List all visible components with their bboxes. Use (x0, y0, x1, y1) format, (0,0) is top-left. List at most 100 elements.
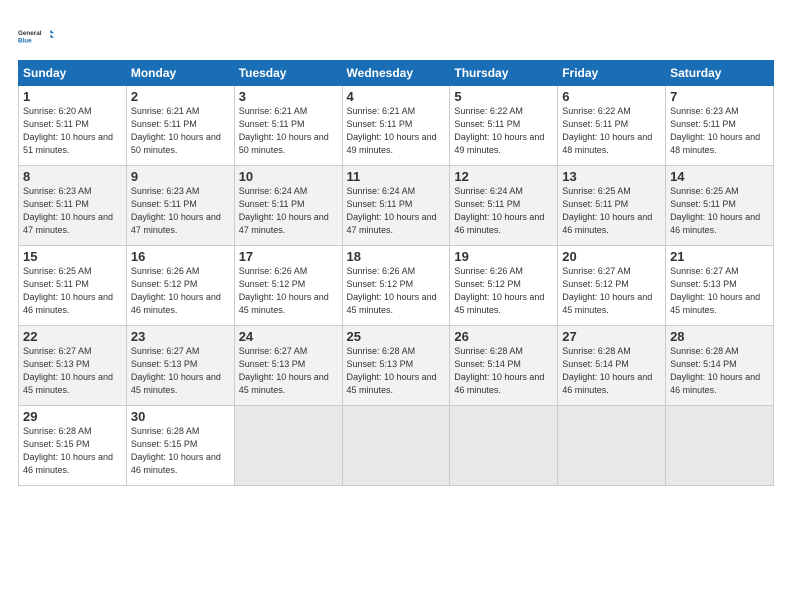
day-number: 9 (131, 169, 230, 184)
col-header-tuesday: Tuesday (234, 61, 342, 86)
day-info: Sunrise: 6:28 AMSunset: 5:14 PMDaylight:… (454, 345, 553, 397)
day-number: 14 (670, 169, 769, 184)
day-number: 26 (454, 329, 553, 344)
day-number: 8 (23, 169, 122, 184)
calendar-page: General Blue SundayMondayTuesdayWednesda… (0, 0, 792, 612)
day-info: Sunrise: 6:28 AMSunset: 5:13 PMDaylight:… (347, 345, 446, 397)
day-info: Sunrise: 6:25 AMSunset: 5:11 PMDaylight:… (562, 185, 661, 237)
day-cell-17: 17Sunrise: 6:26 AMSunset: 5:12 PMDayligh… (234, 246, 342, 326)
day-number: 4 (347, 89, 446, 104)
day-info: Sunrise: 6:23 AMSunset: 5:11 PMDaylight:… (131, 185, 230, 237)
day-cell-27: 27Sunrise: 6:28 AMSunset: 5:14 PMDayligh… (558, 326, 666, 406)
day-cell-1: 1Sunrise: 6:20 AMSunset: 5:11 PMDaylight… (19, 86, 127, 166)
day-info: Sunrise: 6:28 AMSunset: 5:14 PMDaylight:… (670, 345, 769, 397)
day-cell-26: 26Sunrise: 6:28 AMSunset: 5:14 PMDayligh… (450, 326, 558, 406)
day-number: 20 (562, 249, 661, 264)
col-header-friday: Friday (558, 61, 666, 86)
day-cell-29: 29Sunrise: 6:28 AMSunset: 5:15 PMDayligh… (19, 406, 127, 486)
day-cell-10: 10Sunrise: 6:24 AMSunset: 5:11 PMDayligh… (234, 166, 342, 246)
day-info: Sunrise: 6:27 AMSunset: 5:13 PMDaylight:… (23, 345, 122, 397)
day-cell-30: 30Sunrise: 6:28 AMSunset: 5:15 PMDayligh… (126, 406, 234, 486)
day-cell-28: 28Sunrise: 6:28 AMSunset: 5:14 PMDayligh… (666, 326, 774, 406)
day-info: Sunrise: 6:26 AMSunset: 5:12 PMDaylight:… (239, 265, 338, 317)
day-number: 24 (239, 329, 338, 344)
day-info: Sunrise: 6:22 AMSunset: 5:11 PMDaylight:… (454, 105, 553, 157)
day-info: Sunrise: 6:24 AMSunset: 5:11 PMDaylight:… (347, 185, 446, 237)
day-cell-24: 24Sunrise: 6:27 AMSunset: 5:13 PMDayligh… (234, 326, 342, 406)
day-number: 19 (454, 249, 553, 264)
day-info: Sunrise: 6:25 AMSunset: 5:11 PMDaylight:… (670, 185, 769, 237)
day-cell-20: 20Sunrise: 6:27 AMSunset: 5:12 PMDayligh… (558, 246, 666, 326)
empty-cell (558, 406, 666, 486)
day-cell-13: 13Sunrise: 6:25 AMSunset: 5:11 PMDayligh… (558, 166, 666, 246)
day-cell-4: 4Sunrise: 6:21 AMSunset: 5:11 PMDaylight… (342, 86, 450, 166)
day-number: 25 (347, 329, 446, 344)
day-cell-25: 25Sunrise: 6:28 AMSunset: 5:13 PMDayligh… (342, 326, 450, 406)
day-cell-8: 8Sunrise: 6:23 AMSunset: 5:11 PMDaylight… (19, 166, 127, 246)
day-info: Sunrise: 6:25 AMSunset: 5:11 PMDaylight:… (23, 265, 122, 317)
day-number: 6 (562, 89, 661, 104)
day-number: 5 (454, 89, 553, 104)
day-info: Sunrise: 6:27 AMSunset: 5:13 PMDaylight:… (670, 265, 769, 317)
day-info: Sunrise: 6:23 AMSunset: 5:11 PMDaylight:… (670, 105, 769, 157)
day-number: 1 (23, 89, 122, 104)
day-cell-5: 5Sunrise: 6:22 AMSunset: 5:11 PMDaylight… (450, 86, 558, 166)
day-info: Sunrise: 6:27 AMSunset: 5:13 PMDaylight:… (131, 345, 230, 397)
day-number: 29 (23, 409, 122, 424)
day-cell-22: 22Sunrise: 6:27 AMSunset: 5:13 PMDayligh… (19, 326, 127, 406)
day-info: Sunrise: 6:27 AMSunset: 5:13 PMDaylight:… (239, 345, 338, 397)
day-info: Sunrise: 6:26 AMSunset: 5:12 PMDaylight:… (131, 265, 230, 317)
day-number: 18 (347, 249, 446, 264)
col-header-sunday: Sunday (19, 61, 127, 86)
day-cell-18: 18Sunrise: 6:26 AMSunset: 5:12 PMDayligh… (342, 246, 450, 326)
day-cell-15: 15Sunrise: 6:25 AMSunset: 5:11 PMDayligh… (19, 246, 127, 326)
day-info: Sunrise: 6:26 AMSunset: 5:12 PMDaylight:… (347, 265, 446, 317)
day-info: Sunrise: 6:24 AMSunset: 5:11 PMDaylight:… (454, 185, 553, 237)
empty-cell (342, 406, 450, 486)
day-number: 22 (23, 329, 122, 344)
svg-text:General: General (18, 30, 42, 37)
day-cell-19: 19Sunrise: 6:26 AMSunset: 5:12 PMDayligh… (450, 246, 558, 326)
day-info: Sunrise: 6:28 AMSunset: 5:15 PMDaylight:… (23, 425, 122, 477)
day-info: Sunrise: 6:24 AMSunset: 5:11 PMDaylight:… (239, 185, 338, 237)
day-number: 30 (131, 409, 230, 424)
day-cell-23: 23Sunrise: 6:27 AMSunset: 5:13 PMDayligh… (126, 326, 234, 406)
day-number: 3 (239, 89, 338, 104)
day-number: 16 (131, 249, 230, 264)
day-number: 27 (562, 329, 661, 344)
day-number: 28 (670, 329, 769, 344)
day-cell-12: 12Sunrise: 6:24 AMSunset: 5:11 PMDayligh… (450, 166, 558, 246)
day-number: 23 (131, 329, 230, 344)
day-number: 11 (347, 169, 446, 184)
day-number: 12 (454, 169, 553, 184)
logo: General Blue (18, 18, 54, 54)
day-info: Sunrise: 6:21 AMSunset: 5:11 PMDaylight:… (131, 105, 230, 157)
day-number: 10 (239, 169, 338, 184)
day-number: 2 (131, 89, 230, 104)
day-info: Sunrise: 6:20 AMSunset: 5:11 PMDaylight:… (23, 105, 122, 157)
day-info: Sunrise: 6:28 AMSunset: 5:14 PMDaylight:… (562, 345, 661, 397)
day-cell-3: 3Sunrise: 6:21 AMSunset: 5:11 PMDaylight… (234, 86, 342, 166)
header: General Blue (18, 18, 774, 54)
day-cell-6: 6Sunrise: 6:22 AMSunset: 5:11 PMDaylight… (558, 86, 666, 166)
day-number: 17 (239, 249, 338, 264)
day-info: Sunrise: 6:28 AMSunset: 5:15 PMDaylight:… (131, 425, 230, 477)
logo-icon: General Blue (18, 18, 54, 54)
day-cell-7: 7Sunrise: 6:23 AMSunset: 5:11 PMDaylight… (666, 86, 774, 166)
day-cell-14: 14Sunrise: 6:25 AMSunset: 5:11 PMDayligh… (666, 166, 774, 246)
day-number: 13 (562, 169, 661, 184)
day-cell-21: 21Sunrise: 6:27 AMSunset: 5:13 PMDayligh… (666, 246, 774, 326)
day-number: 7 (670, 89, 769, 104)
day-number: 15 (23, 249, 122, 264)
empty-cell (234, 406, 342, 486)
col-header-wednesday: Wednesday (342, 61, 450, 86)
day-cell-2: 2Sunrise: 6:21 AMSunset: 5:11 PMDaylight… (126, 86, 234, 166)
day-info: Sunrise: 6:21 AMSunset: 5:11 PMDaylight:… (347, 105, 446, 157)
col-header-thursday: Thursday (450, 61, 558, 86)
day-cell-16: 16Sunrise: 6:26 AMSunset: 5:12 PMDayligh… (126, 246, 234, 326)
svg-text:Blue: Blue (18, 37, 32, 44)
col-header-saturday: Saturday (666, 61, 774, 86)
day-info: Sunrise: 6:22 AMSunset: 5:11 PMDaylight:… (562, 105, 661, 157)
day-info: Sunrise: 6:23 AMSunset: 5:11 PMDaylight:… (23, 185, 122, 237)
day-info: Sunrise: 6:21 AMSunset: 5:11 PMDaylight:… (239, 105, 338, 157)
